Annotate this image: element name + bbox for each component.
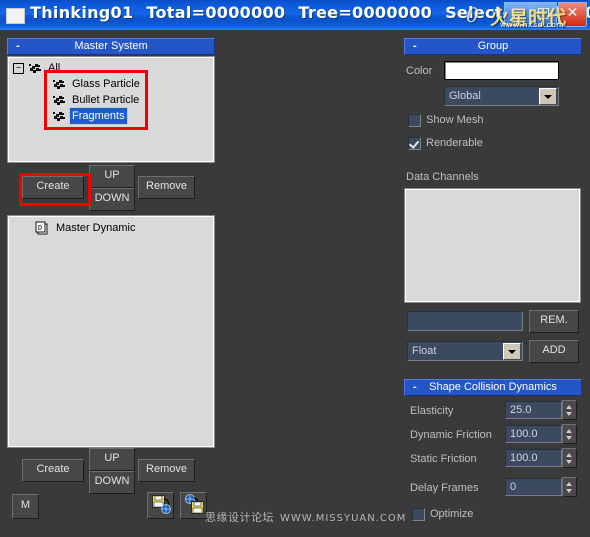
material-button[interactable]: M (12, 494, 39, 519)
watermark-en: WWW.MISSYUAN.COM (280, 513, 407, 524)
spinner-down-icon (566, 489, 572, 493)
group-header-label: Group (477, 40, 509, 52)
tree-row[interactable]: − All (8, 60, 214, 76)
master-dynamic-down-button[interactable]: DOWN (89, 471, 135, 494)
master-system-create-button[interactable]: Create (22, 176, 84, 199)
watermark-cn: 思缘设计论坛 (205, 511, 274, 524)
tree-item-label-selected[interactable]: Fragments (69, 107, 128, 125)
tree-item-label[interactable]: Bullet Particle (70, 92, 141, 108)
master-dynamic-remove-button[interactable]: Remove (138, 459, 195, 482)
group-scope-value: Global (449, 90, 481, 102)
dynamic-friction-input[interactable]: 100.0 (505, 425, 562, 443)
group-color-swatch[interactable] (444, 61, 559, 80)
elasticity-spinner[interactable] (562, 400, 577, 420)
minimize-button[interactable]: _ (504, 2, 531, 27)
optimize-label: Optimize (430, 508, 474, 520)
spinner-up-icon (566, 405, 572, 409)
dynamic-friction-spinner[interactable] (562, 424, 577, 444)
spinner-down-icon (566, 436, 572, 440)
spinner-up-icon (566, 429, 572, 433)
tree-item-label[interactable]: Glass Particle (70, 76, 142, 92)
tree-item-label[interactable]: All (46, 60, 62, 76)
renderable-label: Renderable (426, 137, 483, 149)
tree-row[interactable]: Glass Particle (8, 76, 214, 92)
minimize-icon: _ (513, 0, 522, 20)
elasticity-value: 25.0 (510, 404, 532, 416)
group-scope-dropdown[interactable]: Global (444, 86, 559, 106)
close-icon: ✕ (566, 5, 579, 21)
delay-frames-value: 0 (510, 481, 517, 493)
stat-tree: Tree=0000000 (298, 3, 433, 22)
elasticity-input[interactable]: 25.0 (505, 401, 562, 419)
forum-watermark: 思缘设计论坛 WWW.MISSYUAN.COM (205, 509, 406, 525)
static-friction-input[interactable]: 100.0 (505, 449, 562, 467)
data-channels-listbox[interactable] (404, 188, 581, 303)
optimize-checkbox[interactable] (412, 508, 425, 521)
tree-item-label[interactable]: Master Dynamic (54, 220, 137, 236)
show-mesh-label: Show Mesh (426, 114, 484, 126)
renderable-checkbox[interactable] (408, 137, 421, 150)
master-system-up-button[interactable]: UP (89, 165, 135, 188)
group-collapse-icon[interactable]: - (413, 39, 417, 54)
channel-type-value: Float (412, 345, 437, 357)
dynamic-set-icon: D (34, 221, 50, 235)
tree-row[interactable]: Bullet Particle (8, 92, 214, 108)
chevron-down-icon[interactable] (539, 88, 557, 105)
master-system-rollup-header[interactable]: - Master System (7, 38, 215, 55)
maximize-button[interactable]: □ (530, 2, 557, 27)
master-dynamic-tree[interactable]: D Master Dynamic (7, 215, 215, 448)
chevron-down-icon[interactable] (503, 343, 521, 360)
delay-frames-input[interactable]: 0 (505, 478, 562, 496)
master-system-collapse-icon[interactable]: - (16, 39, 20, 54)
spinner-down-icon (566, 412, 572, 416)
particle-icon (52, 109, 68, 123)
master-system-down-button[interactable]: DOWN (89, 188, 135, 211)
shape-collision-header-label: Shape Collision Dynamics (429, 381, 557, 393)
shape-collision-collapse-icon[interactable]: - (413, 380, 417, 395)
spinner-up-icon (566, 453, 572, 457)
stat-total: Total=0000000 (146, 3, 286, 22)
maximize-icon: □ (536, 5, 551, 21)
channel-add-button[interactable]: ADD (529, 340, 579, 363)
show-mesh-checkbox[interactable] (408, 114, 421, 127)
save-to-disk-icon (151, 495, 171, 514)
static-friction-spinner[interactable] (562, 448, 577, 468)
spinner-up-icon (566, 482, 572, 486)
group-rollup-header[interactable]: - Group (404, 38, 582, 55)
static-friction-label: Static Friction (410, 453, 477, 465)
delay-frames-spinner[interactable] (562, 477, 577, 497)
delay-frames-label: Delay Frames (410, 482, 479, 494)
close-button[interactable]: ✕ (558, 2, 587, 27)
expander-toggle[interactable]: − (13, 63, 24, 74)
load-from-disk-button[interactable] (180, 492, 207, 519)
channel-type-dropdown[interactable]: Float (407, 341, 523, 361)
window-titlebar[interactable]: Thinking01Total=0000000Tree=0000000Selec… (0, 0, 590, 30)
dynamic-friction-label: Dynamic Friction (410, 429, 492, 441)
data-channels-label: Data Channels (406, 171, 479, 183)
tree-row[interactable]: Fragments (8, 107, 214, 125)
master-dynamic-create-button[interactable]: Create (22, 459, 84, 482)
tree-row[interactable]: D Master Dynamic (8, 220, 214, 236)
color-label: Color (406, 65, 433, 77)
master-system-header-label: Master System (74, 40, 148, 52)
particle-icon (52, 93, 68, 107)
save-to-disk-button[interactable] (147, 492, 174, 519)
master-system-remove-button[interactable]: Remove (138, 176, 195, 199)
app-title: Thinking01 (30, 3, 134, 22)
shape-collision-rollup-header[interactable]: - Shape Collision Dynamics (404, 379, 582, 396)
channel-name-input[interactable] (407, 311, 523, 331)
svg-text:D: D (38, 224, 42, 232)
particle-icon (52, 77, 68, 91)
master-system-tree[interactable]: − All Glass Particle Bullet Particle Fra… (7, 56, 215, 163)
master-dynamic-up-button[interactable]: UP (89, 448, 135, 471)
particle-icon (28, 61, 44, 75)
elasticity-label: Elasticity (410, 405, 454, 417)
channel-remove-button[interactable]: REM. (529, 310, 579, 333)
load-from-disk-icon (184, 494, 204, 514)
dynamic-friction-value: 100.0 (510, 428, 538, 440)
static-friction-value: 100.0 (510, 452, 538, 464)
system-menu-icon[interactable] (6, 8, 25, 24)
spinner-down-icon (566, 460, 572, 464)
